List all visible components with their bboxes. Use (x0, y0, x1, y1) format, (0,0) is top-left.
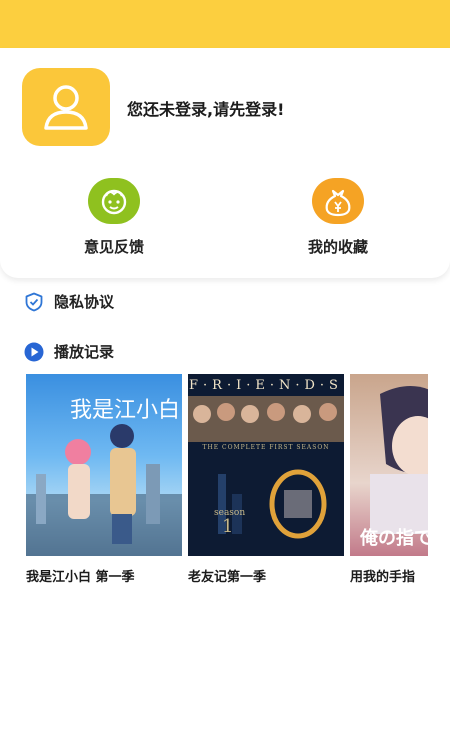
privacy-policy-link[interactable]: 隐私协议 (24, 291, 114, 312)
feedback-button[interactable]: 意见反馈 (54, 178, 174, 257)
history-item-title: 用我的手指 (350, 570, 416, 585)
poster-image: F·R·I·E·N·D·S 1 THE COMPLETE FIRST SEASO… (188, 374, 344, 556)
privacy-policy-label: 隐私协议 (54, 293, 115, 311)
history-item[interactable]: F·R·I·E·N·D·S 1 THE COMPLETE FIRST SEASO… (188, 374, 344, 594)
history-item-title: 我是江小白 第一季 (26, 570, 135, 585)
top-app-bar (0, 0, 450, 48)
history-item-title: 老友记第一季 (188, 570, 267, 585)
poster-season-label: season (214, 508, 246, 518)
favorites-label: 我的收藏 (307, 238, 368, 256)
history-item[interactable]: 俺の指で 用我的手指 (350, 374, 428, 594)
svg-text:1: 1 (222, 516, 233, 537)
poster-subtitle: THE COMPLETE FIRST SEASON (202, 444, 330, 451)
profile-card: 您还未登录,请先登录! 意见反馈 我的收藏 (0, 48, 450, 278)
poster-image: 俺の指で (350, 374, 428, 556)
favorites-button[interactable]: 我的收藏 (278, 178, 398, 257)
login-prompt[interactable]: 您还未登录,请先登录! (127, 96, 284, 120)
user-silhouette-icon (44, 85, 88, 130)
shield-check-icon (25, 292, 43, 311)
poster-title-art: 俺の指で (360, 528, 428, 549)
avatar[interactable] (22, 68, 110, 146)
feedback-face-icon (88, 178, 140, 224)
history-item[interactable]: 我是江小白 我是江小白 第一季 (26, 374, 182, 594)
money-bag-icon (312, 178, 364, 224)
poster-image: 我是江小白 (26, 374, 182, 556)
play-history-label: 播放记录 (54, 343, 115, 361)
feedback-label: 意见反馈 (83, 238, 144, 256)
play-history-header: 播放记录 (24, 341, 114, 362)
play-circle-icon (24, 342, 44, 361)
history-list[interactable]: 我是江小白 我是江小白 第一季 F·R·I·E·N·D·S 1 THE COMP… (26, 374, 428, 594)
